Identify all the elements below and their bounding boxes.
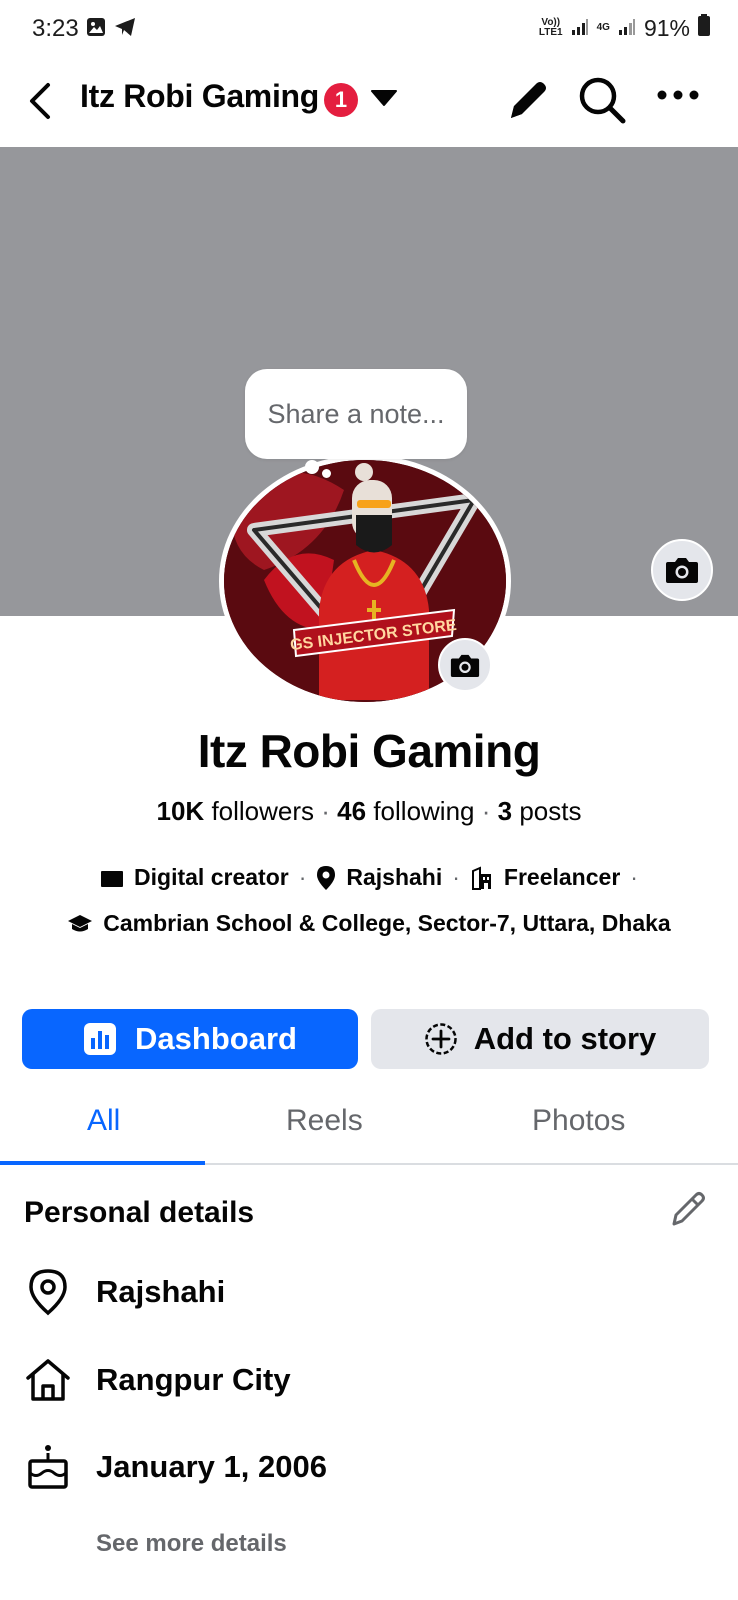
profile-tabs: All Reels Photos — [0, 1090, 738, 1165]
network-type: 4G — [596, 22, 610, 33]
status-right: Vo)) LTE1 4G 91% — [539, 14, 710, 42]
followers-label[interactable]: followers — [211, 796, 314, 826]
posts-label: posts — [519, 796, 582, 826]
battery-icon — [698, 14, 710, 42]
location-pin-icon — [317, 865, 336, 890]
followers-count[interactable]: 10K — [157, 796, 205, 826]
caret-down-icon[interactable] — [370, 88, 398, 113]
detail-row-current-city: Rajshahi — [24, 1268, 225, 1316]
back-arrow-icon — [30, 83, 50, 119]
intro-location: Rajshahi — [316, 864, 442, 891]
profile-stats: 10K followers · 46 following · 3 posts — [0, 796, 738, 827]
intro-education: Cambrian School & College, Sector-7, Utt… — [67, 910, 671, 937]
detail-row-hometown: Rangpur City — [24, 1356, 291, 1404]
camera-icon — [450, 654, 480, 677]
signal-icon — [571, 15, 589, 42]
edit-pencil-icon[interactable] — [503, 76, 549, 131]
intro-work: Freelancer — [470, 864, 620, 891]
edit-pencil-icon[interactable] — [668, 1188, 708, 1235]
tab-all[interactable]: All — [87, 1104, 120, 1138]
briefcase-icon — [101, 870, 124, 887]
note-bubble-tail — [305, 460, 319, 474]
following-label[interactable]: following — [373, 796, 474, 826]
dashboard-chart-icon — [84, 1023, 117, 1055]
profile-switcher-title[interactable]: Itz Robi Gaming — [80, 78, 319, 115]
avatar-camera-button[interactable] — [438, 638, 492, 692]
more-options-icon[interactable] — [656, 88, 700, 107]
graduation-cap-icon — [68, 914, 93, 931]
gallery-icon — [86, 17, 106, 42]
intro-line-2: Cambrian School & College, Sector-7, Utt… — [0, 910, 738, 937]
add-circle-icon — [424, 1023, 457, 1055]
active-tab-indicator — [0, 1161, 205, 1165]
status-time: 3:23 — [32, 15, 79, 42]
location-pin-icon — [24, 1268, 72, 1316]
following-count[interactable]: 46 — [337, 796, 366, 826]
camera-icon — [666, 558, 698, 583]
status-left-icons — [86, 17, 136, 42]
battery-level: 91% — [643, 14, 690, 41]
tab-reels[interactable]: Reels — [286, 1104, 363, 1138]
personal-details-title: Personal details — [24, 1196, 255, 1229]
note-bubble-tail — [322, 469, 331, 478]
intro-category: Digital creator — [100, 864, 289, 891]
add-to-story-button[interactable]: Add to story — [371, 1009, 709, 1069]
dashboard-button[interactable]: Dashboard — [22, 1009, 358, 1069]
tab-photos[interactable]: Photos — [532, 1104, 625, 1138]
home-icon — [24, 1356, 72, 1404]
detail-row-birthday: January 1, 2006 — [24, 1443, 327, 1491]
posts-count: 3 — [497, 796, 513, 826]
signal-icon — [618, 15, 636, 42]
back-button[interactable] — [20, 76, 60, 126]
office-building-icon — [471, 865, 491, 890]
status-bar: 3:23 Vo)) LTE1 4G 91% — [0, 0, 738, 58]
search-icon[interactable] — [576, 74, 628, 131]
profile-name: Itz Robi Gaming — [197, 725, 541, 777]
separator: · — [321, 796, 330, 826]
birthday-cake-icon — [24, 1443, 72, 1491]
cover-camera-button[interactable] — [651, 539, 713, 601]
notification-badge: 1 — [324, 83, 358, 117]
telegram-icon — [114, 17, 136, 42]
volte-indicator: Vo)) LTE1 — [538, 17, 563, 38]
share-note-bubble[interactable]: Share a note... — [245, 369, 467, 459]
intro-line-1: Digital creator · Rajshahi · Freelancer … — [0, 864, 738, 891]
separator: · — [481, 796, 491, 826]
top-nav: Itz Robi Gaming 1 — [0, 58, 738, 146]
see-more-details-link[interactable]: See more details — [96, 1530, 287, 1558]
